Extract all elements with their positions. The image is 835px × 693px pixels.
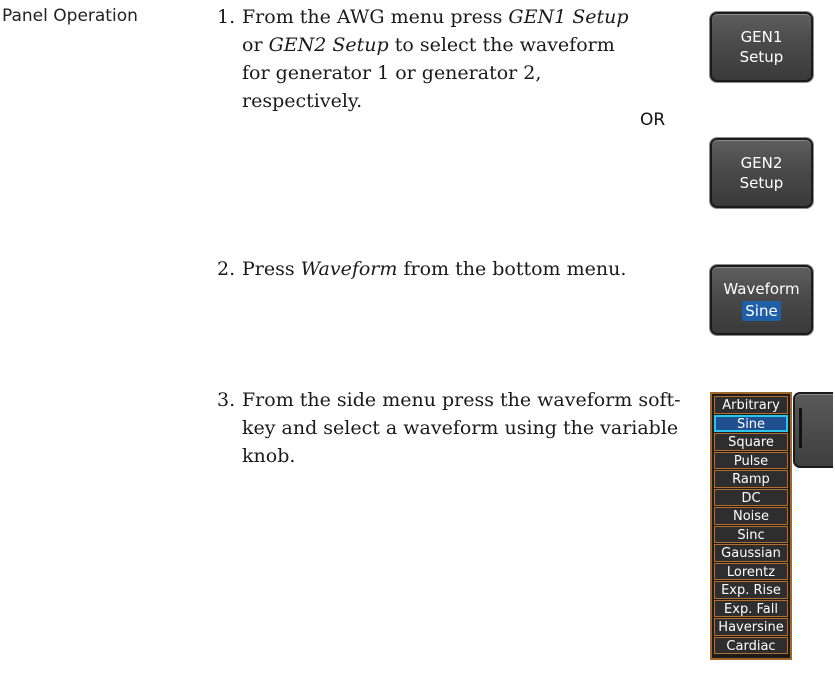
key-name: Waveform xyxy=(300,258,398,280)
step-text: Press Waveform from the bottom menu. xyxy=(242,255,642,283)
button-label-line2: Setup xyxy=(739,48,784,66)
waveform-option-haversine[interactable]: Haversine xyxy=(714,618,788,636)
waveform-option-exp-rise[interactable]: Exp. Rise xyxy=(714,581,788,599)
waveform-list-menu[interactable]: Arbitrary Sine Square Pulse Ramp DC Noise Sinc G… xyxy=(710,392,792,660)
waveform-option-lorentz[interactable]: Lorentz xyxy=(714,562,788,580)
gen2-setup-button[interactable]: GEN2 Setup xyxy=(710,138,813,208)
button-label-line1: GEN1 xyxy=(740,28,783,46)
step-text: From the AWG menu press GEN1 Setup or GE… xyxy=(242,3,642,115)
waveform-list: Arbitrary Sine Square Pulse Ramp DC Noise Sinc G… xyxy=(714,396,788,654)
waveform-option-sine[interactable]: Sine xyxy=(714,414,788,432)
gen1-setup-button[interactable]: GEN1 Setup xyxy=(710,12,813,82)
waveform-option-cardiac[interactable]: Cardiac xyxy=(714,636,788,654)
waveform-option-exp-fall[interactable]: Exp. Fall xyxy=(714,599,788,617)
key-name: GEN1 Setup xyxy=(508,6,629,28)
key-name: GEN2 Setup xyxy=(268,34,389,56)
text-run: From the AWG menu press xyxy=(242,6,509,28)
step-text: From the side menu press the waveform so… xyxy=(242,386,682,470)
step-number: 3. xyxy=(217,389,236,411)
button-label-line1: GEN2 xyxy=(740,154,783,172)
text-run: Press xyxy=(242,258,301,280)
waveform-option-pulse[interactable]: Pulse xyxy=(714,451,788,469)
waveform-value-badge: Sine xyxy=(742,301,781,321)
waveform-option-gaussian[interactable]: Gaussian xyxy=(714,544,788,562)
side-softkey[interactable] xyxy=(793,392,833,468)
step-number: 1. xyxy=(217,6,236,28)
section-label: Panel Operation xyxy=(2,6,138,26)
waveform-option-square[interactable]: Square xyxy=(714,433,788,451)
text-run: From the side menu press the waveform so… xyxy=(242,389,681,467)
or-label: OR xyxy=(640,110,666,130)
button-label-line2: Setup xyxy=(739,174,784,192)
button-label-line1: Waveform xyxy=(723,280,800,298)
waveform-option-sinc[interactable]: Sinc xyxy=(714,525,788,543)
step-number: 2. xyxy=(217,258,236,280)
waveform-button[interactable]: Waveform Sine xyxy=(710,265,813,335)
waveform-option-noise[interactable]: Noise xyxy=(714,507,788,525)
text-run: or xyxy=(242,34,269,56)
text-run: from the bottom menu. xyxy=(397,258,627,280)
waveform-option-ramp[interactable]: Ramp xyxy=(714,470,788,488)
waveform-option-arbitrary[interactable]: Arbitrary xyxy=(714,396,788,414)
waveform-option-dc[interactable]: DC xyxy=(714,488,788,506)
